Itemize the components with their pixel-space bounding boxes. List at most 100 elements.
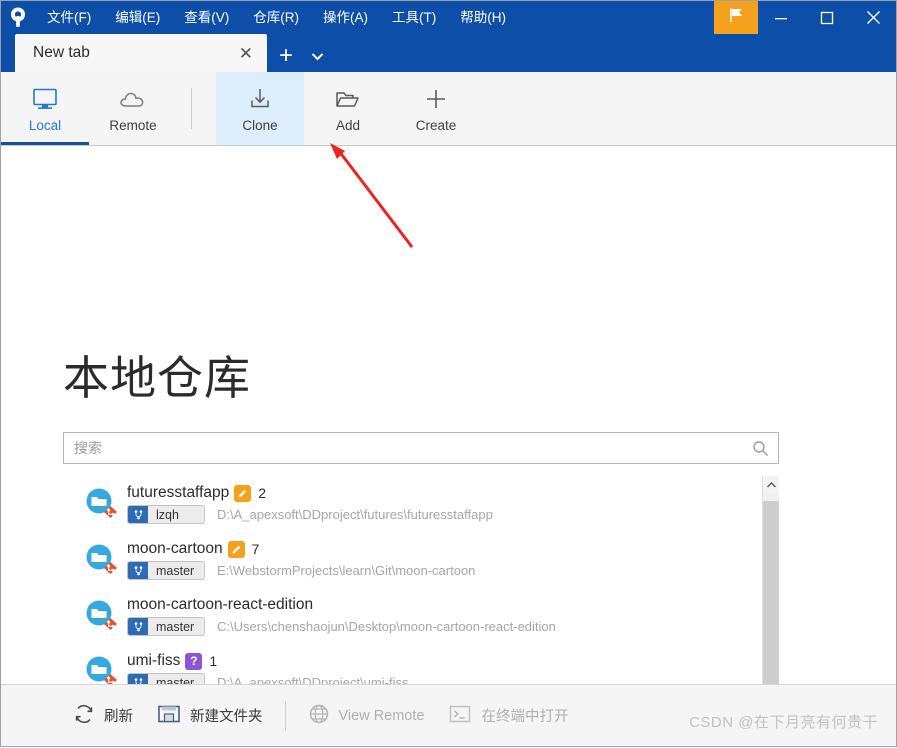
repository-list: futuresstaffapp 2 lzqh D:\A_apexsoft\DDp… xyxy=(63,476,762,684)
repository-header: umi-fiss ? 1 xyxy=(127,652,408,670)
list-item[interactable]: umi-fiss ? 1 master D:\A_apexsoft\DDproj… xyxy=(63,644,762,684)
scrollbar-track[interactable] xyxy=(763,493,779,684)
branch-chip: master xyxy=(127,673,205,684)
main-content: 本地仓库 搜索 futuresstaffapp 2 lzqh D:\A_apex… xyxy=(1,146,896,684)
main-toolbar: Local Remote Clone Add Create xyxy=(1,72,896,146)
refresh-button[interactable]: 刷新 xyxy=(61,697,145,735)
branch-chip: master xyxy=(127,617,205,636)
branch-icon xyxy=(128,674,148,684)
pencil-badge-icon xyxy=(234,484,252,502)
new-folder-button[interactable]: 新建文件夹 xyxy=(145,697,275,735)
page-title: 本地仓库 xyxy=(63,352,251,404)
refresh-icon xyxy=(73,703,95,729)
chevron-down-icon[interactable] xyxy=(303,52,332,72)
repository-list-container: futuresstaffapp 2 lzqh D:\A_apexsoft\DDp… xyxy=(63,476,779,684)
tab-new-tab[interactable]: New tab ✕ xyxy=(15,34,267,72)
bottom-toolbar: 刷新 新建文件夹 View Remote 在终端中打开 CSDN @在下月亮有何… xyxy=(1,684,896,746)
menu-edit[interactable]: 编辑(E) xyxy=(103,7,172,29)
scrollbar-thumb[interactable] xyxy=(763,501,779,684)
repository-details: moon-cartoon-react-edition master C:\Use… xyxy=(125,596,556,636)
repository-icon xyxy=(83,542,125,578)
plus-icon xyxy=(423,85,449,111)
toolbar-button-add[interactable]: Add xyxy=(304,72,392,145)
branch-name: master xyxy=(148,618,203,635)
new-folder-label: 新建文件夹 xyxy=(190,709,263,725)
question-badge-icon: ? xyxy=(185,652,203,670)
toolbar-button-remote[interactable]: Remote xyxy=(89,72,177,145)
repository-header: moon-cartoon-react-edition xyxy=(127,596,556,614)
repository-name: futuresstaffapp xyxy=(127,484,230,501)
repository-name: moon-cartoon-react-edition xyxy=(127,596,314,613)
maximize-icon xyxy=(820,11,834,24)
menu-file[interactable]: 文件(F) xyxy=(35,7,103,29)
list-item[interactable]: futuresstaffapp 2 lzqh D:\A_apexsoft\DDp… xyxy=(63,476,762,532)
toolbar-button-create[interactable]: Create xyxy=(392,72,480,145)
maximize-button[interactable] xyxy=(804,1,850,34)
menu-bar: 文件(F) 编辑(E) 查看(V) 仓库(R) 操作(A) 工具(T) 帮助(H… xyxy=(35,7,518,29)
branch-chip: lzqh xyxy=(127,505,205,524)
globe-icon xyxy=(308,703,330,729)
toolbar-label-local: Local xyxy=(28,117,62,133)
menu-help[interactable]: 帮助(H) xyxy=(448,7,518,29)
repository-meta: master E:\WebstormProjects\learn\Git\moo… xyxy=(127,561,475,580)
repository-header: moon-cartoon 7 xyxy=(127,540,475,558)
menu-tools[interactable]: 工具(T) xyxy=(380,7,448,29)
repository-icon xyxy=(83,654,125,684)
repository-path: C:\Users\chenshaojun\Desktop\moon-cartoo… xyxy=(217,619,556,634)
branch-name: lzqh xyxy=(148,506,187,523)
watermark: CSDN @在下月亮有何贵干 xyxy=(689,714,878,731)
list-scrollbar[interactable] xyxy=(762,476,779,684)
modified-count: 7 xyxy=(251,541,260,557)
bottom-divider xyxy=(284,700,286,731)
search-icon[interactable] xyxy=(752,440,778,457)
tab-label: New tab xyxy=(33,44,90,61)
branch-icon xyxy=(128,618,148,635)
toolbar-divider xyxy=(191,88,192,129)
repository-details: futuresstaffapp 2 lzqh D:\A_apexsoft\DDp… xyxy=(125,484,493,524)
pencil-badge-icon xyxy=(227,540,245,558)
download-icon xyxy=(247,85,273,111)
open-in-terminal-button[interactable]: 在终端中打开 xyxy=(436,698,580,734)
toolbar-label-clone: Clone xyxy=(242,117,278,133)
monitor-icon xyxy=(31,85,59,111)
branch-icon xyxy=(128,506,148,523)
list-item[interactable]: moon-cartoon 7 master E:\WebstormProject… xyxy=(63,532,762,588)
refresh-label: 刷新 xyxy=(104,709,133,725)
repository-icon xyxy=(83,486,125,522)
repository-details: umi-fiss ? 1 master D:\A_apexsoft\DDproj… xyxy=(125,652,408,684)
tab-close-icon[interactable]: ✕ xyxy=(235,45,257,62)
menu-actions[interactable]: 操作(A) xyxy=(311,7,380,29)
branch-chip: master xyxy=(127,561,205,580)
repository-meta: master D:\A_apexsoft\DDproject\umi-fiss xyxy=(127,673,408,684)
toolbar-button-clone[interactable]: Clone xyxy=(216,72,304,145)
flag-button[interactable] xyxy=(714,1,758,34)
tab-strip: New tab ✕ + xyxy=(1,34,896,72)
modified-count: 2 xyxy=(258,485,267,501)
flag-icon xyxy=(727,6,745,29)
minimize-button[interactable] xyxy=(758,1,804,34)
view-remote-label: View Remote xyxy=(338,707,425,724)
new-tab-button[interactable]: + xyxy=(267,44,303,72)
toolbar-label-add: Add xyxy=(335,117,361,133)
terminal-icon xyxy=(448,704,472,728)
scroll-up-icon[interactable] xyxy=(763,476,779,493)
repository-icon xyxy=(83,598,125,634)
toolbar-button-local[interactable]: Local xyxy=(1,72,89,145)
menu-view[interactable]: 查看(V) xyxy=(172,7,241,29)
search-input[interactable] xyxy=(64,434,752,462)
list-item[interactable]: moon-cartoon-react-edition master C:\Use… xyxy=(63,588,762,644)
menu-repository[interactable]: 仓库(R) xyxy=(241,7,311,29)
close-icon xyxy=(866,11,880,24)
open-in-terminal-label: 在终端中打开 xyxy=(481,709,569,725)
branch-icon xyxy=(128,562,148,579)
new-folder-icon xyxy=(157,703,181,729)
untracked-count: 1 xyxy=(209,653,218,669)
title-bar: 文件(F) 编辑(E) 查看(V) 仓库(R) 操作(A) 工具(T) 帮助(H… xyxy=(1,1,896,34)
folder-open-icon xyxy=(334,85,362,111)
repository-details: moon-cartoon 7 master E:\WebstormProject… xyxy=(125,540,475,580)
repository-path: D:\A_apexsoft\DDproject\umi-fiss xyxy=(217,675,409,684)
view-remote-button[interactable]: View Remote xyxy=(296,697,437,735)
close-button[interactable] xyxy=(850,1,896,34)
search-box[interactable] xyxy=(63,432,779,464)
